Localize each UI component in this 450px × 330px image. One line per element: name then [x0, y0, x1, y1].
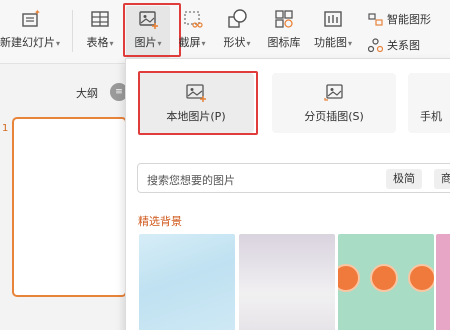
filter-minimal-tag[interactable]: 极简: [386, 169, 422, 189]
smart-graphic-icon: [368, 12, 383, 26]
picture-dropdown-panel: 本地图片(P) 分页插图(S) 手机 搜索您想要的图片 极简 商 精选背景: [125, 58, 450, 330]
background-thumbnail[interactable]: [139, 234, 235, 330]
shape-label: 形状: [223, 36, 246, 49]
screenshot-label: 截屏: [178, 36, 201, 49]
local-picture-highlight: [138, 71, 258, 135]
relation-chart-icon: [368, 37, 383, 52]
icon-library-icon: [275, 10, 293, 28]
icon-library-label: 图标库: [267, 36, 301, 49]
paged-insert-icon: [324, 84, 343, 101]
chevron-down-icon: ▾: [347, 39, 352, 48]
icon-library-button[interactable]: 图标库: [262, 6, 306, 58]
slide-panel: 大纲 ≡ 1: [0, 65, 128, 330]
background-thumbnail[interactable]: [436, 234, 450, 330]
screenshot-icon: [184, 11, 203, 28]
screenshot-button[interactable]: 截屏▾: [172, 6, 212, 58]
slide-thumbnail[interactable]: [12, 117, 127, 297]
orange-slice-image: [370, 264, 398, 292]
table-label: 表格: [86, 36, 109, 49]
slide-number: 1: [2, 123, 9, 134]
smart-graphic-label: 智能图形: [387, 13, 431, 26]
chevron-down-icon: ▾: [109, 39, 114, 48]
chevron-down-icon: ▾: [201, 39, 206, 48]
ribbon-toolbar: ✦ 新建幻灯片▾ 表格▾ 图片▾ 截屏▾ 形状▾ 图标库 功能图▾ 智能图形 关…: [0, 0, 450, 64]
phone-picture-button[interactable]: 手机: [408, 73, 450, 133]
function-chart-icon: [324, 11, 342, 27]
function-chart-label: 功能图: [313, 36, 347, 49]
smart-graphic-button[interactable]: 智能图形: [368, 10, 431, 28]
phone-picture-label: 手机: [420, 110, 442, 123]
svg-text:✦: ✦: [34, 8, 41, 17]
search-input[interactable]: 搜索您想要的图片: [147, 172, 235, 188]
table-icon: [91, 11, 109, 27]
shape-icon: [228, 9, 247, 28]
paged-insert-button[interactable]: 分页插图(S): [272, 73, 396, 133]
relation-chart-button[interactable]: 关系图: [368, 36, 420, 54]
chevron-down-icon: ▾: [55, 39, 60, 48]
section-title: 精选背景: [138, 215, 182, 228]
background-thumbnail[interactable]: [239, 234, 335, 330]
chevron-down-icon: ▾: [246, 39, 251, 48]
relation-chart-label: 关系图: [387, 39, 420, 52]
app-window: ✦ 新建幻灯片▾ 表格▾ 图片▾ 截屏▾ 形状▾ 图标库 功能图▾ 智能图形 关…: [0, 0, 450, 330]
new-slide-label: 新建幻灯片: [0, 36, 55, 49]
filter-business-tag[interactable]: 商: [434, 169, 450, 189]
picture-search-box[interactable]: 搜索您想要的图片 极简 商: [137, 163, 450, 193]
outline-tab[interactable]: 大纲: [76, 85, 98, 101]
new-slide-icon: ✦: [22, 8, 41, 27]
shape-button[interactable]: 形状▾: [216, 6, 258, 58]
function-chart-button[interactable]: 功能图▾: [308, 6, 358, 58]
divider: [72, 10, 73, 52]
table-button[interactable]: 表格▾: [80, 6, 120, 58]
paged-insert-label: 分页插图(S): [304, 110, 364, 123]
new-slide-button[interactable]: ✦ 新建幻灯片▾: [0, 6, 66, 58]
orange-slice-image: [408, 264, 434, 292]
background-thumbnail[interactable]: [338, 234, 434, 330]
orange-slice-image: [338, 264, 360, 292]
